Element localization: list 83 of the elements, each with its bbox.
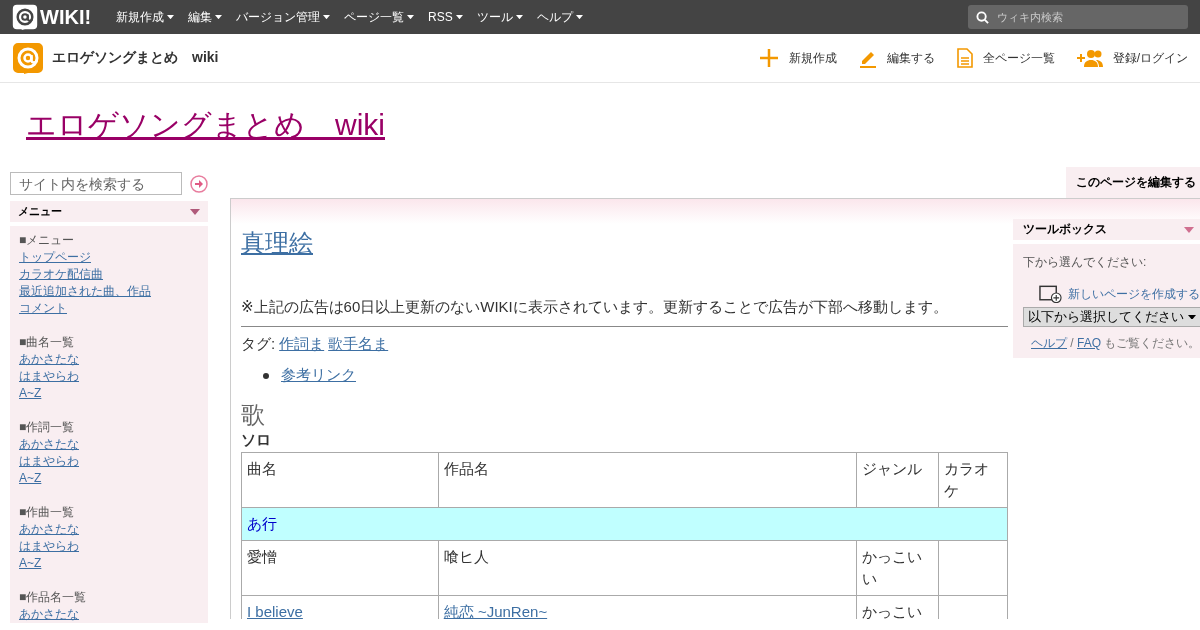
table-cell: 喰ヒ人	[438, 540, 857, 596]
site-search-field[interactable]: サイト内を検索する	[10, 172, 182, 195]
caret-icon	[167, 14, 175, 20]
tag-link[interactable]: 歌手名ま	[328, 335, 389, 354]
add-user-icon	[1076, 49, 1103, 67]
menu-link[interactable]: A~Z	[19, 555, 42, 572]
wiki-search-field[interactable]: ウィキ内検索	[968, 5, 1188, 29]
collapse-caret-icon	[190, 208, 200, 215]
group-row-cell: あ行	[241, 507, 1008, 541]
menu-link[interactable]: A~Z	[19, 470, 42, 487]
new-page-link[interactable]: 新しいページを作成する	[1039, 285, 1200, 303]
table-link[interactable]: 純恋 ~JunRen~	[443, 603, 548, 619]
table-header-cell: カラオケ	[938, 452, 1008, 508]
caret-icon	[407, 14, 415, 20]
edit-page-button[interactable]: このページを編集する	[1066, 167, 1200, 198]
menu-section-heading: ■メニュー	[19, 232, 76, 249]
menu-link[interactable]: トップページ	[19, 249, 91, 266]
menu-link[interactable]: カラオケ配信曲	[19, 266, 103, 283]
menu-item[interactable]: 編集	[181, 8, 230, 26]
menu-item[interactable]: ツール	[469, 8, 530, 26]
menu-link[interactable]: あかさたな	[19, 521, 79, 538]
header-action-link[interactable]: 登録/ログイン	[1076, 48, 1188, 68]
at-logo-icon	[12, 4, 38, 30]
separator-text: /	[1070, 336, 1074, 350]
caret-icon	[323, 14, 331, 20]
menu-item[interactable]: ページ一覧	[337, 8, 422, 26]
toolbox-title: ツールボックス	[1023, 221, 1107, 238]
menu-link[interactable]: はまやらわ	[19, 368, 79, 385]
menu-section-heading: ■曲名一覧	[19, 334, 76, 351]
collapse-caret-icon	[1184, 226, 1194, 233]
caret-icon	[515, 14, 523, 20]
caret-icon	[575, 14, 583, 20]
toolbox-prompt: 下から選んでください:	[1023, 254, 1148, 271]
table-header-cell: 曲名	[241, 452, 439, 508]
menu-section-heading: ■作曲一覧	[19, 504, 76, 521]
menu-link[interactable]: あかさたな	[19, 606, 79, 623]
menu-link[interactable]: はまやらわ	[19, 538, 79, 555]
table-cell: 愛憎	[241, 540, 439, 596]
search-icon	[976, 10, 989, 24]
page-title-link[interactable]: 真理絵	[241, 227, 313, 259]
dropdown-caret-icon	[1188, 314, 1196, 320]
header-action-link[interactable]: 編集する	[858, 48, 935, 68]
new-page-icon	[1039, 285, 1062, 303]
table-header-cell: ジャンル	[856, 452, 939, 508]
plus-icon	[758, 48, 779, 68]
table-link[interactable]: I believe	[247, 603, 303, 619]
caret-icon	[215, 14, 223, 20]
site-name: エロゲソングまとめ wiki	[52, 49, 219, 67]
menu-link[interactable]: あかさたな	[19, 351, 79, 368]
search-input[interactable]: ウィキ内検索	[995, 10, 1179, 24]
faq-link[interactable]: FAQ	[1077, 336, 1102, 350]
ad-notice: ※上記の広告は60日以上更新のないWIKIに表示されています。更新することで広告が下部へ移動します。	[241, 297, 1008, 327]
menu-item[interactable]: ヘルプ	[529, 8, 590, 26]
tags-label: タグ:	[241, 335, 276, 354]
menu-item[interactable]: 新規作成	[109, 8, 182, 26]
menu-section-heading: ■作品名一覧	[19, 589, 88, 606]
menu-item[interactable]: RSS	[421, 10, 470, 24]
menu-link[interactable]: あかさたな	[19, 436, 79, 453]
section-heading: 歌	[241, 400, 266, 430]
document-icon	[956, 48, 973, 68]
header-action-link[interactable]: 全ページ一覧	[956, 48, 1055, 68]
tag-link[interactable]: 作詞ま	[279, 335, 325, 354]
menu-link[interactable]: A~Z	[19, 385, 42, 402]
bullet-icon	[263, 372, 269, 379]
menu-link[interactable]: 最近追加された曲、作品	[19, 283, 151, 300]
menu-item[interactable]: バージョン管理	[229, 8, 338, 26]
reference-link[interactable]: 参考リンク	[281, 366, 356, 385]
subsection-heading: ソロ	[241, 431, 272, 450]
caret-icon	[455, 14, 463, 20]
help-suffix-text: もご覧ください。	[1104, 336, 1200, 350]
site-title-link[interactable]: エロゲソングまとめ wiki	[26, 104, 385, 146]
action-select[interactable]: 以下から選択してください	[1023, 307, 1200, 327]
header-action-link[interactable]: 新規作成	[758, 48, 837, 68]
logo-text: WIKI!	[40, 5, 92, 29]
menu-link[interactable]: はまやらわ	[19, 453, 79, 470]
wiki-logo[interactable]: WIKI!	[12, 4, 92, 30]
table-header-cell: 作品名	[438, 452, 857, 508]
help-link[interactable]: ヘルプ	[1031, 336, 1067, 350]
menu-section-heading: ■作詞一覧	[19, 419, 76, 436]
table-cell: かっこいい	[856, 540, 939, 596]
menu-title: メニュー	[18, 204, 62, 219]
site-logo-icon	[12, 42, 44, 74]
menu-link[interactable]: コメント	[19, 300, 67, 317]
